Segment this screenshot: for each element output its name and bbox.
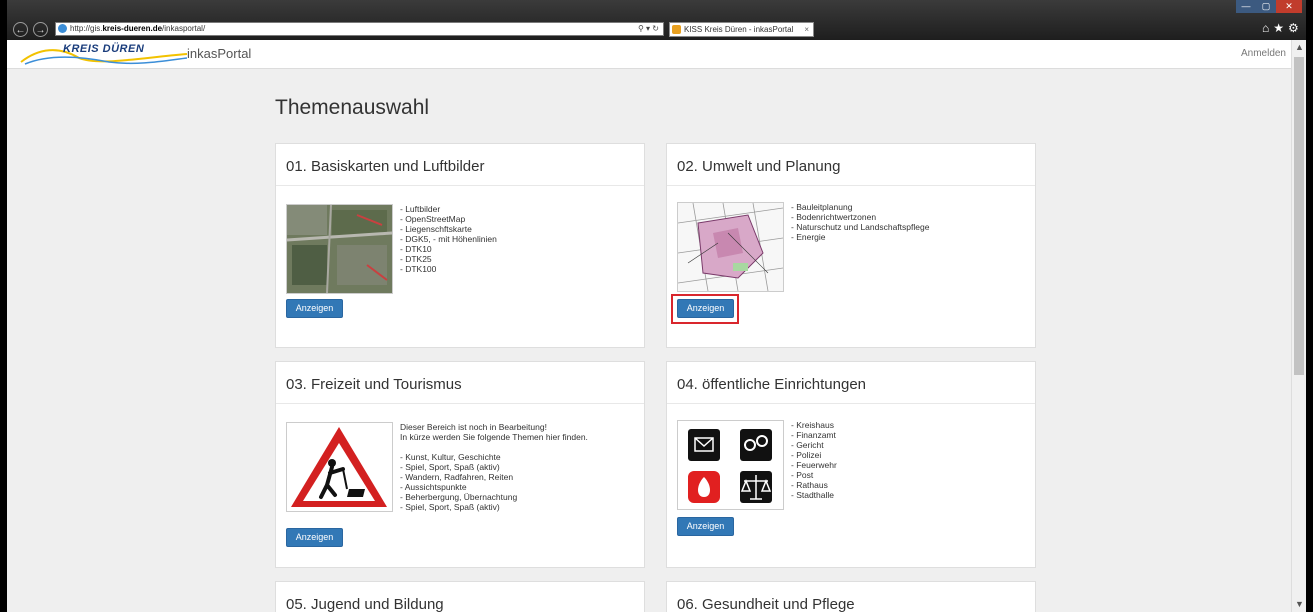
main-content: Themenauswahl 01. Basiskarten und Luftbi…	[7, 69, 1291, 612]
back-button[interactable]: ←	[13, 22, 28, 37]
scroll-up-icon[interactable]: ▲	[1292, 40, 1306, 55]
list-item: - Feuerwehr	[791, 460, 837, 470]
list-item: - Spiel, Sport, Spaß (aktiv)	[400, 502, 500, 512]
notice-line: Dieser Bereich ist noch in Bearbeitung!	[400, 422, 547, 432]
show-button-basiskarten[interactable]: Anzeigen	[286, 299, 343, 318]
panel-title: 01. Basiskarten und Luftbilder	[276, 144, 644, 186]
panel-title: 03. Freizeit und Tourismus	[276, 362, 644, 404]
list-item: - Polizei	[791, 450, 822, 460]
list-item: - Kreishaus	[791, 420, 834, 430]
aerial-photo-thumbnail	[286, 204, 393, 294]
construction-sign-thumbnail	[286, 422, 393, 512]
url-prefix: http://gis.	[70, 24, 103, 33]
work-in-progress-notice: Dieser Bereich ist noch in Bearbeitung! …	[400, 422, 588, 512]
list-item: - Liegenschftskarte	[400, 224, 472, 234]
panel-freizeit: 03. Freizeit und Tourismus Dieser Bereic…	[275, 361, 645, 568]
list-item: - Spiel, Sport, Spaß (aktiv)	[400, 462, 500, 472]
site-header: KREIS DÜREN inkasPortal Anmelden	[7, 40, 1306, 69]
ie-icon	[58, 24, 67, 33]
list-item: - DTK10	[400, 244, 432, 254]
search-refresh-icons[interactable]: ⚲ ▾ ↻	[638, 23, 659, 35]
forward-button[interactable]: →	[33, 22, 48, 37]
panel-gesundheit: 06. Gesundheit und Pflege	[666, 581, 1036, 612]
address-bar[interactable]: http://gis.kreis-dueren.de/inkasportal/ …	[55, 22, 664, 36]
panel-title: 05. Jugend und Bildung	[276, 582, 644, 612]
list-item: - Bodenrichtwertzonen	[791, 212, 877, 222]
brand-name[interactable]: inkasPortal	[187, 46, 251, 61]
list-item: - Finanzamt	[791, 430, 836, 440]
list-item: - DGK5, - mit Höhenlinien	[400, 234, 497, 244]
facilities-icons-thumbnail	[677, 420, 784, 510]
list-item: - Wandern, Radfahren, Reiten	[400, 472, 514, 482]
list-item: - DTK25	[400, 254, 432, 264]
panel-title: 06. Gesundheit und Pflege	[667, 582, 1035, 612]
list-item: - Beherbergung, Übernachtung	[400, 492, 518, 502]
list-item: - Bauleitplanung	[791, 202, 853, 212]
page-title: Themenauswahl	[275, 96, 430, 119]
home-star-gear-icons[interactable]: ⌂★⚙	[1262, 21, 1303, 35]
panel-jugend: 05. Jugend und Bildung	[275, 581, 645, 612]
minimize-button[interactable]: —	[1236, 0, 1256, 13]
browser-chrome: ← → http://gis.kreis-dueren.de/inkasport…	[7, 0, 1306, 40]
list-item: - OpenStreetMap	[400, 214, 466, 224]
window-close-button[interactable]: ✕	[1276, 0, 1302, 13]
list-item: - Stadthalle	[791, 490, 834, 500]
topic-list: - Kreishaus - Finanzamt - Gericht - Poli…	[791, 420, 837, 500]
list-item: - Kunst, Kultur, Geschichte	[400, 452, 501, 462]
tab-title: KISS Kreis Düren - inkasPortal	[684, 25, 794, 34]
browser-tab[interactable]: KISS Kreis Düren - inkasPortal ×	[669, 22, 814, 37]
logo-text[interactable]: KREIS DÜREN	[63, 43, 144, 55]
show-button-einrichtungen[interactable]: Anzeigen	[677, 517, 734, 536]
list-item: - Energie	[791, 232, 826, 242]
topic-list: - Luftbilder - OpenStreetMap - Liegensch…	[400, 204, 497, 274]
panel-basiskarten: 01. Basiskarten und Luftbilder - Luftbil…	[275, 143, 645, 348]
list-item: - Naturschutz und Landschaftspflege	[791, 222, 930, 232]
list-item: - Aussichtspunkte	[400, 482, 467, 492]
notice-line: In kürze werden Sie folgende Themen hier…	[400, 432, 588, 442]
topic-list: - Bauleitplanung - Bodenrichtwertzonen -…	[791, 202, 929, 242]
highlight-box	[671, 294, 739, 324]
login-link[interactable]: Anmelden	[1241, 48, 1286, 59]
list-item: - Rathaus	[791, 480, 828, 490]
scroll-thumb[interactable]	[1294, 57, 1304, 375]
panel-umwelt: 02. Umwelt und Planung - Bauleitplanung …	[666, 143, 1036, 348]
window-controls: — ▢ ✕	[1236, 0, 1302, 13]
panel-title: 04. öffentliche Einrichtungen	[667, 362, 1035, 404]
vertical-scrollbar[interactable]: ▲ ▼	[1291, 40, 1306, 612]
browser-window: ← → http://gis.kreis-dueren.de/inkasport…	[7, 0, 1306, 612]
tab-close-icon[interactable]: ×	[804, 23, 809, 36]
panel-einrichtungen: 04. öffentliche Einrichtungen - Kreishau…	[666, 361, 1036, 568]
show-button-freizeit[interactable]: Anzeigen	[286, 528, 343, 547]
favicon-icon	[672, 25, 681, 34]
maximize-button[interactable]: ▢	[1256, 0, 1276, 13]
list-item: - Gericht	[791, 440, 824, 450]
url-domain: kreis-dueren.de	[102, 24, 163, 33]
url-path: /inkasportal/	[162, 24, 206, 33]
scroll-down-icon[interactable]: ▼	[1292, 597, 1306, 612]
list-item: - DTK100	[400, 264, 437, 274]
panel-title: 02. Umwelt und Planung	[667, 144, 1035, 186]
list-item: - Post	[791, 470, 814, 480]
planning-map-thumbnail	[677, 202, 784, 292]
list-item: - Luftbilder	[400, 204, 441, 214]
